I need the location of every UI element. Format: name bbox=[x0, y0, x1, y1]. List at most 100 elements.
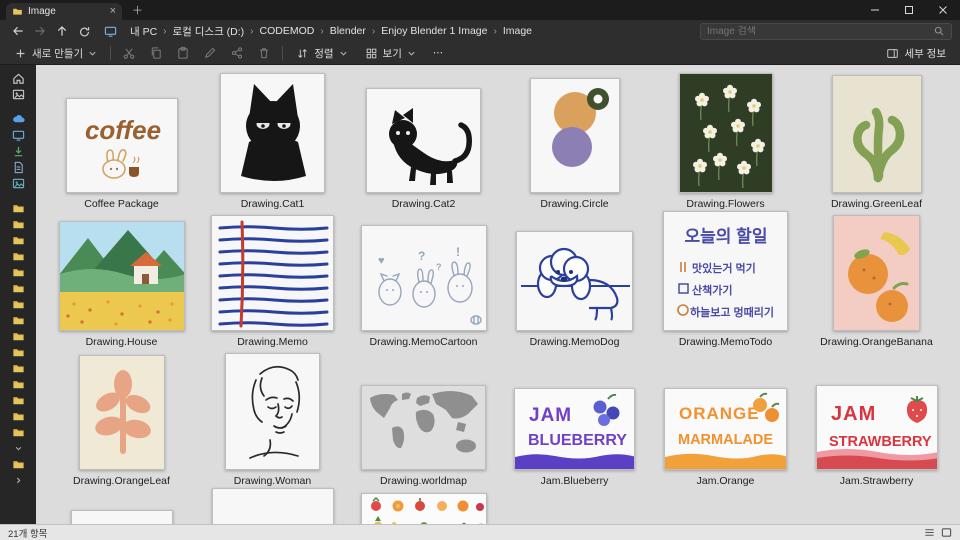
sidebar-item[interactable] bbox=[5, 440, 31, 456]
file-item[interactable] bbox=[46, 488, 197, 524]
sidebar-item[interactable] bbox=[5, 200, 31, 216]
breadcrumb-item[interactable]: CODEMOD bbox=[257, 24, 318, 38]
file-thumbnail[interactable]: 오늘의 할일 맛있는거 먹기 산책가기 하늘보고 멍때리기 bbox=[663, 211, 788, 331]
close-button[interactable] bbox=[926, 0, 960, 20]
file-item[interactable]: Drawing.Memo bbox=[197, 211, 348, 349]
sidebar-item[interactable] bbox=[5, 159, 31, 175]
file-thumbnail[interactable]: JAM STRAWBERRY bbox=[815, 385, 938, 470]
file-item[interactable]: Drawing.Flowers bbox=[650, 71, 801, 211]
breadcrumb-item[interactable]: Enjoy Blender 1 Image bbox=[378, 24, 490, 38]
file-thumbnail[interactable] bbox=[833, 215, 920, 331]
forward-button[interactable] bbox=[30, 22, 50, 40]
sidebar-item[interactable] bbox=[5, 216, 31, 232]
file-thumbnail[interactable]: JAM BLUEBERRY bbox=[514, 388, 635, 470]
sidebar-item[interactable] bbox=[5, 175, 31, 191]
file-thumbnail[interactable] bbox=[225, 353, 320, 470]
sidebar-item[interactable] bbox=[5, 70, 31, 86]
file-thumbnail[interactable]: coffee bbox=[65, 98, 178, 193]
file-item[interactable]: ♥??! Drawing.MemoCartoon bbox=[348, 211, 499, 349]
file-item[interactable]: Drawing.Circle bbox=[499, 71, 650, 211]
file-item[interactable]: Drawing.House bbox=[46, 211, 197, 349]
breadcrumb-item[interactable]: Blender bbox=[327, 24, 369, 38]
sidebar-item[interactable] bbox=[5, 296, 31, 312]
sidebar-item[interactable] bbox=[5, 344, 31, 360]
sidebar-item[interactable] bbox=[5, 312, 31, 328]
file-item[interactable] bbox=[197, 488, 348, 524]
sidebar-item[interactable] bbox=[5, 232, 31, 248]
paste-button[interactable] bbox=[174, 44, 192, 62]
file-item[interactable]: Drawing.GreenLeaf bbox=[801, 71, 952, 211]
file-thumbnail[interactable] bbox=[678, 73, 773, 193]
search-icon[interactable] bbox=[933, 25, 945, 37]
file-thumbnail[interactable] bbox=[211, 488, 334, 524]
maximize-button[interactable] bbox=[892, 0, 926, 20]
cut-button[interactable] bbox=[120, 44, 138, 62]
file-thumbnail[interactable] bbox=[529, 78, 620, 193]
file-thumbnail[interactable] bbox=[516, 231, 633, 331]
sidebar-item[interactable] bbox=[5, 111, 31, 127]
sort-button[interactable]: 정렬 bbox=[292, 44, 351, 63]
sidebar-item[interactable] bbox=[5, 127, 31, 143]
file-thumbnail[interactable] bbox=[78, 355, 165, 470]
tab-close-icon[interactable]: × bbox=[110, 6, 116, 17]
share-button[interactable] bbox=[228, 44, 246, 62]
file-thumbnail[interactable] bbox=[70, 510, 173, 524]
new-button[interactable]: 새로 만들기 bbox=[10, 44, 101, 63]
sidebar-item[interactable] bbox=[5, 86, 31, 102]
file-item[interactable]: ORANGE MARMALADE Jam.Orange bbox=[650, 349, 801, 488]
search-input[interactable] bbox=[707, 25, 933, 37]
sidebar-item[interactable] bbox=[5, 280, 31, 296]
breadcrumb-separator-icon[interactable]: › bbox=[250, 26, 253, 37]
thumbnail-view-icon[interactable] bbox=[941, 527, 952, 538]
sidebar-item[interactable] bbox=[5, 424, 31, 440]
more-options-button[interactable]: ⋯ bbox=[429, 45, 449, 61]
sidebar-item[interactable] bbox=[5, 248, 31, 264]
file-item[interactable]: Drawing.OrangeBanana bbox=[801, 211, 952, 349]
sidebar-item[interactable] bbox=[5, 143, 31, 159]
sidebar-item[interactable] bbox=[5, 360, 31, 376]
breadcrumb-separator-icon[interactable]: › bbox=[493, 26, 496, 37]
explorer-tab[interactable]: Image × bbox=[6, 3, 122, 20]
sidebar-item[interactable] bbox=[5, 408, 31, 424]
search-box[interactable] bbox=[700, 22, 952, 40]
breadcrumb-separator-icon[interactable]: › bbox=[163, 26, 166, 37]
sidebar-item[interactable] bbox=[5, 264, 31, 280]
sidebar-item[interactable] bbox=[5, 328, 31, 344]
view-button[interactable]: 보기 bbox=[361, 44, 420, 63]
file-item[interactable]: 오늘의 할일 맛있는거 먹기 산책가기 하늘보고 멍때리기 Drawing.Memo… bbox=[650, 211, 801, 349]
file-thumbnail[interactable] bbox=[361, 385, 486, 470]
back-button[interactable] bbox=[8, 22, 28, 40]
sidebar-item[interactable] bbox=[5, 456, 31, 472]
file-item[interactable]: JAM BLUEBERRY Jam.Blueberry bbox=[499, 349, 650, 488]
file-item[interactable]: Drawing.Woman bbox=[197, 349, 348, 488]
delete-button[interactable] bbox=[255, 44, 273, 62]
refresh-button[interactable] bbox=[74, 22, 94, 40]
breadcrumb-separator-icon[interactable]: › bbox=[372, 26, 375, 37]
file-item[interactable]: JAM STRAWBERRY Jam.Strawberry bbox=[801, 349, 952, 488]
file-item[interactable]: coffee Coffee Package bbox=[46, 71, 197, 211]
rename-button[interactable] bbox=[201, 44, 219, 62]
file-thumbnail[interactable]: ♥??! bbox=[360, 225, 487, 331]
minimize-button[interactable] bbox=[858, 0, 892, 20]
breadcrumb-item[interactable]: 로컬 디스크 (D:) bbox=[170, 23, 248, 40]
file-thumbnail[interactable]: ORANGE MARMALADE bbox=[664, 388, 787, 470]
file-item[interactable]: Drawing.Cat1 bbox=[197, 71, 348, 211]
file-item[interactable]: Drawing.Cat2 bbox=[348, 71, 499, 211]
up-button[interactable] bbox=[52, 22, 72, 40]
file-item[interactable]: Drawing.MemoDog bbox=[499, 211, 650, 349]
file-thumbnail[interactable] bbox=[220, 73, 325, 193]
sidebar-item[interactable] bbox=[5, 392, 31, 408]
copy-button[interactable] bbox=[147, 44, 165, 62]
file-item[interactable] bbox=[348, 488, 499, 524]
file-thumbnail[interactable] bbox=[366, 88, 481, 193]
file-thumbnail[interactable] bbox=[360, 493, 487, 524]
file-item[interactable]: Drawing.OrangeLeaf bbox=[46, 349, 197, 488]
file-thumbnail[interactable] bbox=[211, 215, 334, 331]
sidebar-item[interactable] bbox=[5, 472, 31, 488]
breadcrumb-item[interactable]: 내 PC bbox=[127, 23, 160, 40]
details-view-icon[interactable] bbox=[924, 527, 935, 538]
details-pane-button[interactable]: 세부 정보 bbox=[882, 44, 950, 63]
sidebar-item[interactable] bbox=[5, 376, 31, 392]
file-thumbnail[interactable] bbox=[831, 75, 922, 193]
file-thumbnail[interactable] bbox=[58, 221, 185, 331]
